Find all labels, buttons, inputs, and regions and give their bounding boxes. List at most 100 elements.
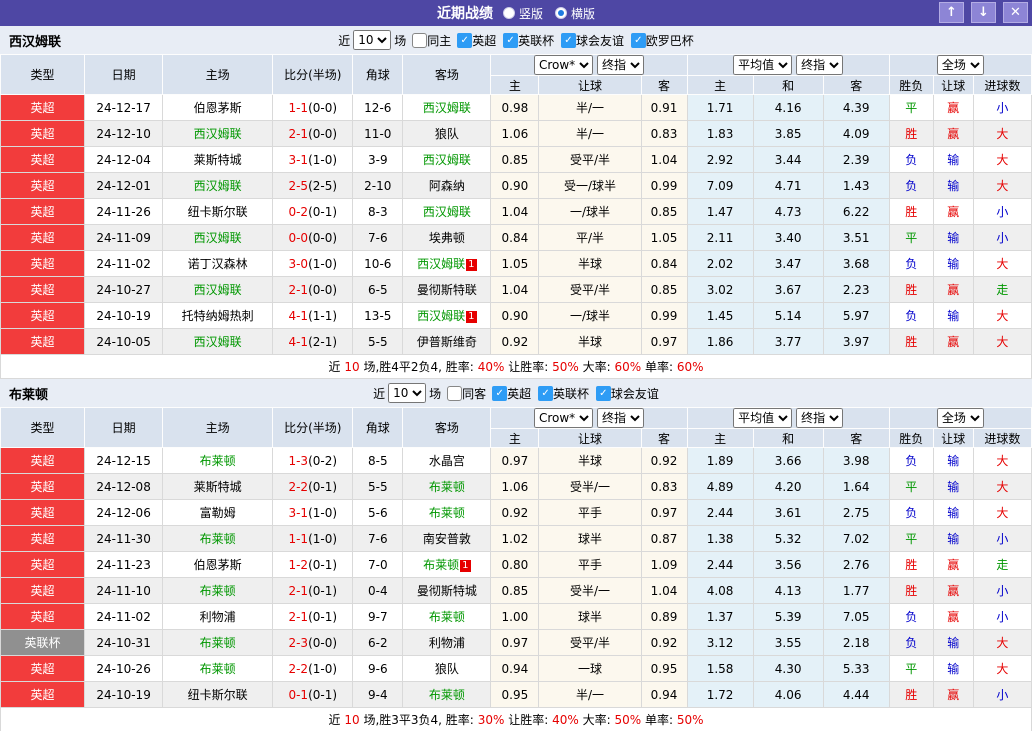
final-odds-select-2[interactable]: 终指 [796,408,844,428]
radio-vertical-layout[interactable]: 竖版 [502,5,543,22]
halftime-score: (0-1) [308,557,338,572]
away-odds-cell: 0.97 [640,328,688,355]
away-team[interactable]: 西汉姆联 [423,153,471,167]
away-team[interactable]: 西汉姆联 [423,205,471,219]
average-select[interactable]: 平均值 [733,55,793,75]
home-team[interactable]: 伯恩茅斯 [194,558,242,572]
corner-cell: 9-4 [352,681,404,708]
league-filter-checkbox[interactable]: ✓ 英联杯 [538,385,589,402]
avg-draw-cell: 3.61 [752,499,824,526]
date-cell: 24-11-30 [84,525,164,552]
home-team[interactable]: 诺丁汉森林 [188,257,248,271]
radio-horizontal-layout[interactable]: 横版 [555,5,595,22]
bookmaker-select[interactable]: Crow* [533,55,593,75]
away-team[interactable]: 西汉姆联 [417,309,465,323]
home-team[interactable]: 西汉姆联 [194,283,242,297]
away-team[interactable]: 布莱顿 [429,480,465,494]
match-row: 英超 24-12-01 西汉姆联 2-5(2-5) 2-10 阿森纳 0.90 … [0,172,1032,199]
summary-segment: 近 [328,360,341,374]
summary-segment: 单率: [644,713,673,727]
league-filter-checkbox[interactable]: ✓ 欧罗巴杯 [630,32,694,49]
handicap-cell: 一/球半 [538,198,642,225]
away-odds-cell: 0.85 [640,198,688,225]
home-team[interactable]: 布莱顿 [200,454,236,468]
home-team[interactable]: 托特纳姆热刺 [182,309,254,323]
match-row: 英超 24-11-09 西汉姆联 0-0(0-0) 7-6 埃弗顿 0.84 平… [0,224,1032,251]
halftime-score: (1-0) [308,661,338,676]
home-team[interactable]: 利物浦 [200,610,236,624]
fulltime-score: 1-2 [288,557,309,572]
away-team[interactable]: 狼队 [435,662,459,676]
scroll-down-button[interactable]: ↓ [971,2,996,23]
away-team[interactable]: 南安普敦 [423,532,471,546]
date-cell: 24-12-17 [84,94,164,121]
header-date: 日期 [84,407,164,448]
away-team[interactable]: 利物浦 [429,636,465,650]
home-team[interactable]: 富勒姆 [200,506,236,520]
away-odds-cell: 0.92 [640,629,688,656]
home-team[interactable]: 西汉姆联 [194,127,242,141]
away-team[interactable]: 狼队 [435,127,459,141]
scope-select[interactable]: 全场 [936,408,984,428]
final-odds-select[interactable]: 终指 [596,408,644,428]
league-cell: 英超 [0,302,86,329]
home-team[interactable]: 莱斯特城 [194,480,242,494]
away-team[interactable]: 水晶宫 [429,454,465,468]
away-team[interactable]: 布莱顿 [429,610,465,624]
away-team[interactable]: 曼彻斯特联 [417,283,477,297]
close-button[interactable]: ✕ [1003,2,1028,23]
league-filter-checkbox[interactable]: ✓ 球会友谊 [560,32,624,49]
bookmaker-select[interactable]: Crow* [533,408,593,428]
average-select[interactable]: 平均值 [733,408,793,428]
home-odds-cell: 1.06 [490,473,540,500]
league-filter-checkbox[interactable]: ✓ 英超 [492,385,531,402]
home-team[interactable]: 伯恩茅斯 [194,101,242,115]
league-filter-checkbox[interactable]: ✓ 英联杯 [503,32,554,49]
away-team[interactable]: 布莱顿 [429,688,465,702]
final-odds-select[interactable]: 终指 [596,55,644,75]
home-team[interactable]: 西汉姆联 [194,179,242,193]
same-venue-checkbox[interactable]: 同客 [447,385,486,402]
away-team[interactable]: 布莱顿 [423,558,459,572]
away-team[interactable]: 布莱顿 [429,506,465,520]
home-team[interactable]: 布莱顿 [200,636,236,650]
scroll-up-button[interactable]: ↑ [939,2,964,23]
home-team[interactable]: 纽卡斯尔联 [188,205,248,219]
away-team[interactable]: 阿森纳 [429,179,465,193]
away-team[interactable]: 西汉姆联 [423,101,471,115]
handicap-cell: 受半/一 [538,473,642,500]
home-odds-cell: 1.05 [490,250,540,277]
home-team[interactable]: 西汉姆联 [194,231,242,245]
final-odds-select-2[interactable]: 终指 [796,55,844,75]
corner-cell: 9-6 [352,655,404,682]
league-filter-checkbox[interactable]: ✓ 球会友谊 [595,385,659,402]
home-team[interactable]: 莱斯特城 [194,153,242,167]
goals-result-cell: 大 [972,447,1032,474]
match-count-select[interactable]: 10 [353,30,392,50]
layout-radio-group: 竖版 横版 [502,5,595,22]
match-count-select[interactable]: 10 [388,383,427,403]
league-filter-checkbox[interactable]: ✓ 英超 [457,32,496,49]
summary-segment: 大率: [582,360,611,374]
home-team[interactable]: 布莱顿 [200,662,236,676]
handicap-result-cell: 赢 [932,603,974,630]
home-team[interactable]: 纽卡斯尔联 [188,688,248,702]
checkbox-checked-icon: ✓ [492,385,508,401]
home-team[interactable]: 西汉姆联 [194,335,242,349]
red-card-badge: 1 [460,560,471,572]
home-team[interactable]: 布莱顿 [200,584,236,598]
league-cell: 英超 [0,120,86,147]
away-team[interactable]: 埃弗顿 [429,231,465,245]
away-odds-cell: 0.95 [640,655,688,682]
away-team[interactable]: 伊普斯维奇 [417,335,477,349]
scope-select[interactable]: 全场 [936,55,984,75]
halftime-score: (0-0) [308,100,338,115]
summary-segment: 40% [477,360,505,374]
same-venue-checkbox[interactable]: 同主 [412,32,451,49]
summary-segment: 50% [676,713,704,727]
subheader-avg-home: 主 [686,428,754,448]
home-team[interactable]: 布莱顿 [200,532,236,546]
away-team[interactable]: 曼彻斯特城 [417,584,477,598]
away-team[interactable]: 西汉姆联 [417,257,465,271]
match-row: 英超 24-12-04 莱斯特城 3-1(1-0) 3-9 西汉姆联 0.85 … [0,146,1032,173]
